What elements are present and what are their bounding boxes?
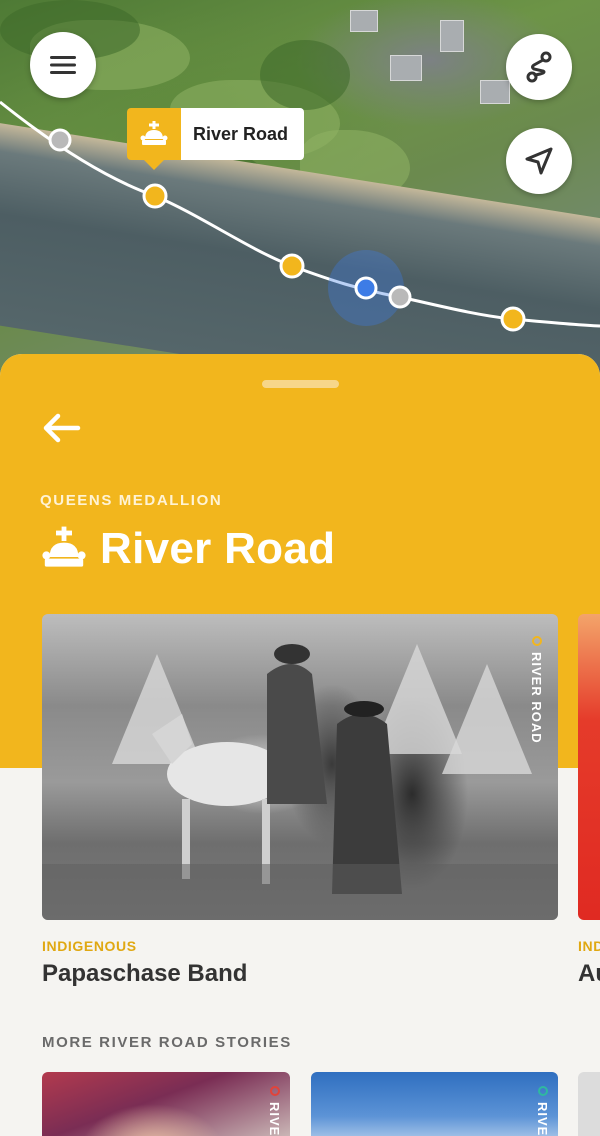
- medallion-type-label: QUEENS MEDALLION: [40, 492, 223, 509]
- route-stop-visited[interactable]: [48, 128, 72, 152]
- route-color-dot: [269, 1086, 280, 1096]
- story-card[interactable]: IND Au: [578, 614, 600, 988]
- story-title: Au: [578, 960, 600, 987]
- story-photo: [578, 614, 600, 920]
- photo-figures: [42, 644, 558, 920]
- menu-icon: [50, 56, 76, 74]
- route-icon: [526, 51, 552, 83]
- route-color-dot: [531, 636, 542, 646]
- more-story-card[interactable]: RIVER: [42, 1072, 290, 1136]
- route-stop[interactable]: [142, 183, 168, 209]
- navigation-arrow-icon: [525, 147, 553, 175]
- current-location-dot: [354, 276, 378, 300]
- menu-button[interactable]: [30, 32, 96, 98]
- story-category: IND: [578, 938, 600, 954]
- route-button[interactable]: [506, 34, 572, 100]
- marker-label-text: River Road: [181, 108, 305, 160]
- map-view[interactable]: River Road: [0, 0, 600, 380]
- drag-handle[interactable]: [262, 380, 339, 388]
- story-card[interactable]: RIVER ROAD INDIGENOUS Papaschase Band: [42, 614, 558, 988]
- story-route-tag: RIVER ROAD: [529, 636, 544, 744]
- map-marker-callout[interactable]: River Road: [127, 108, 305, 170]
- route-color-dot: [537, 1086, 548, 1096]
- medallion-badge: [127, 108, 181, 170]
- arrow-left-icon: [43, 413, 81, 443]
- back-button[interactable]: [40, 406, 84, 450]
- crown-medallion-icon: [42, 526, 86, 567]
- more-story-card[interactable]: [578, 1072, 600, 1136]
- route-stop[interactable]: [500, 306, 526, 332]
- story-category: INDIGENOUS: [42, 938, 137, 954]
- story-photo: RIVER ROAD: [42, 614, 558, 920]
- route-stop-visited[interactable]: [388, 285, 412, 309]
- route-stop[interactable]: [279, 253, 305, 279]
- bottom-sheet[interactable]: QUEENS MEDALLION River Road RIVER ROAD I…: [0, 354, 600, 1136]
- story-route-tag: RIVER: [267, 1086, 282, 1136]
- locate-button[interactable]: [506, 128, 572, 194]
- more-stories-heading: MORE RIVER ROAD STORIES: [42, 1034, 292, 1051]
- page-title: River Road: [100, 524, 336, 573]
- page-title-row: River Road: [40, 524, 335, 574]
- crown-medallion-icon: [140, 121, 168, 145]
- story-title: Papaschase Band: [42, 960, 248, 987]
- more-story-card[interactable]: RIVER: [311, 1072, 558, 1136]
- story-route-tag: RIVER: [535, 1086, 550, 1136]
